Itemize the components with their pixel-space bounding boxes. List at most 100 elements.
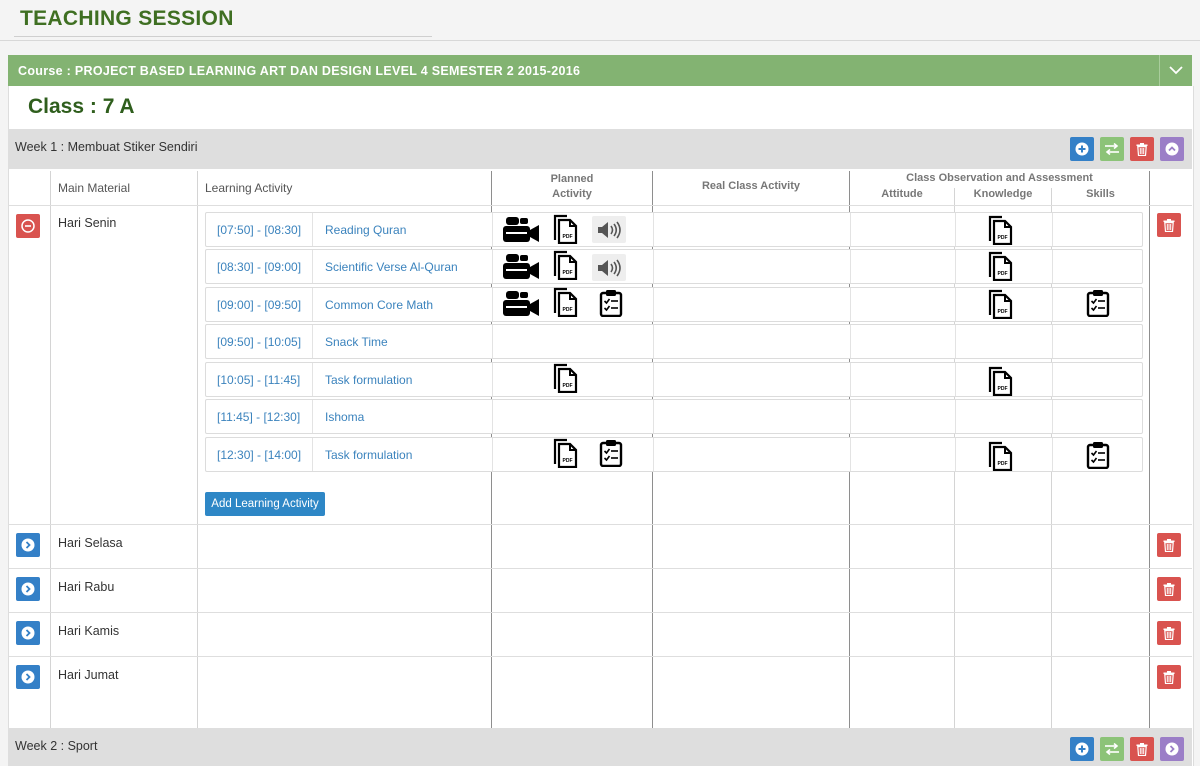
row-divider <box>8 656 1192 657</box>
audio-icon[interactable] <box>592 254 626 281</box>
delete-day-button[interactable] <box>1157 533 1181 557</box>
pdf-icon[interactable]: PDF <box>552 363 578 393</box>
pdf-icon[interactable]: PDF <box>552 287 578 317</box>
week-header: Week 2 : Sport <box>8 728 1192 766</box>
pdf-icon[interactable]: PDF <box>987 289 1013 319</box>
column-divider <box>1149 171 1150 728</box>
expand-day-button[interactable] <box>16 621 40 645</box>
svg-text:PDF: PDF <box>997 271 1007 277</box>
activity-time[interactable]: [11:45] - [12:30] <box>217 410 300 424</box>
activity-time[interactable]: [07:50] - [08:30] <box>217 223 301 237</box>
add-day-button[interactable] <box>1070 737 1094 761</box>
expand-day-button[interactable] <box>16 665 40 689</box>
activity-name[interactable]: Common Core Math <box>325 298 433 312</box>
activity-name[interactable]: Task formulation <box>325 448 412 462</box>
delete-day-button[interactable] <box>1157 213 1181 237</box>
swap-icon <box>1105 743 1119 755</box>
activity-row[interactable]: [09:50] - [10:05] Snack Time <box>205 324 1143 359</box>
trash-icon <box>1136 742 1148 756</box>
activity-name[interactable]: Reading Quran <box>325 223 406 237</box>
video-icon[interactable] <box>501 215 541 243</box>
svg-text:PDF: PDF <box>997 386 1007 392</box>
course-header[interactable]: Course : PROJECT BASED LEARNING ART DAN … <box>8 55 1192 86</box>
pdf-icon[interactable]: PDF <box>987 366 1013 396</box>
header-divider <box>0 40 1200 41</box>
audio-icon[interactable] <box>592 216 626 243</box>
activity-name[interactable]: Ishoma <box>325 410 364 424</box>
svg-text:PDF: PDF <box>562 270 572 276</box>
header-real-class: Real Class Activity <box>701 180 801 192</box>
expand-week-button[interactable] <box>1160 737 1184 761</box>
svg-text:PDF: PDF <box>562 458 572 464</box>
day-label: Hari Jumat <box>58 668 119 682</box>
pdf-icon[interactable]: PDF <box>552 250 578 280</box>
checklist-icon[interactable] <box>1085 288 1111 318</box>
pdf-icon[interactable]: PDF <box>552 214 578 244</box>
chevron-right-circle-icon <box>21 582 35 596</box>
expand-day-button[interactable] <box>16 533 40 557</box>
svg-text:PDF: PDF <box>997 235 1007 241</box>
activity-time[interactable]: [09:50] - [10:05] <box>217 335 301 349</box>
checklist-icon[interactable] <box>598 438 624 468</box>
activity-time[interactable]: [12:30] - [14:00] <box>217 448 301 462</box>
activity-name[interactable]: Scientific Verse Al-Quran <box>325 260 458 274</box>
chevron-right-circle-icon <box>1165 742 1179 756</box>
add-learning-activity-button[interactable]: Add Learning Activity <box>205 492 325 516</box>
row-divider <box>8 612 1192 613</box>
column-divider <box>50 171 51 728</box>
checklist-icon[interactable] <box>1085 440 1111 470</box>
collapse-day-button[interactable] <box>16 214 40 238</box>
week-header: Week 1 : Membuat Stiker Sendiri <box>8 129 1192 169</box>
course-collapse-button[interactable] <box>1159 55 1192 86</box>
svg-text:PDF: PDF <box>562 383 572 389</box>
page-title: TEACHING SESSION <box>20 7 234 30</box>
minus-circle-icon <box>21 219 35 233</box>
trash-icon <box>1163 670 1175 684</box>
video-icon[interactable] <box>501 252 541 280</box>
trash-icon <box>1163 626 1175 640</box>
svg-text:PDF: PDF <box>997 461 1007 467</box>
header-main-material: Main Material <box>58 181 131 195</box>
header-planned-activity: Activity <box>552 188 592 200</box>
chevron-right-circle-icon <box>21 626 35 640</box>
delete-day-button[interactable] <box>1157 577 1181 601</box>
video-icon[interactable] <box>501 289 541 317</box>
delete-day-button[interactable] <box>1157 621 1181 645</box>
expand-day-button[interactable] <box>16 577 40 601</box>
delete-week-button[interactable] <box>1130 137 1154 161</box>
header-knowledge: Knowledge <box>973 188 1033 200</box>
checklist-icon[interactable] <box>598 288 624 318</box>
activity-row[interactable]: [11:45] - [12:30] Ishoma <box>205 399 1143 434</box>
activity-time[interactable]: [08:30] - [09:00] <box>217 260 301 274</box>
swap-button[interactable] <box>1100 737 1124 761</box>
header-learning-activity: Learning Activity <box>205 181 293 195</box>
plus-circle-icon <box>1075 142 1089 156</box>
chevron-right-circle-icon <box>21 670 35 684</box>
chevron-up-circle-icon <box>1165 142 1179 156</box>
day-label: Hari Selasa <box>58 536 123 550</box>
row-divider <box>8 524 1192 525</box>
activity-name[interactable]: Task formulation <box>325 373 412 387</box>
pdf-icon[interactable]: PDF <box>987 251 1013 281</box>
activity-time[interactable]: [09:00] - [09:50] <box>217 298 301 312</box>
delete-week-button[interactable] <box>1130 737 1154 761</box>
pdf-icon[interactable]: PDF <box>552 438 578 468</box>
delete-day-button[interactable] <box>1157 665 1181 689</box>
header-divider <box>8 205 1192 206</box>
pdf-icon[interactable]: PDF <box>987 215 1013 245</box>
trash-icon <box>1136 142 1148 156</box>
pdf-icon[interactable]: PDF <box>987 441 1013 471</box>
header-planned: Planned <box>550 173 594 185</box>
svg-text:PDF: PDF <box>997 309 1007 315</box>
activity-time[interactable]: [10:05] - [11:45] <box>217 373 300 387</box>
collapse-week-button[interactable] <box>1160 137 1184 161</box>
header-attitude: Attitude <box>881 188 923 200</box>
chevron-right-circle-icon <box>21 538 35 552</box>
week-label: Week 1 : Membuat Stiker Sendiri <box>15 140 198 154</box>
header-observation: Class Observation and Assessment <box>906 172 1093 184</box>
week-label: Week 2 : Sport <box>15 739 98 753</box>
swap-button[interactable] <box>1100 137 1124 161</box>
activity-name[interactable]: Snack Time <box>325 335 388 349</box>
add-day-button[interactable] <box>1070 137 1094 161</box>
svg-text:PDF: PDF <box>562 307 572 313</box>
